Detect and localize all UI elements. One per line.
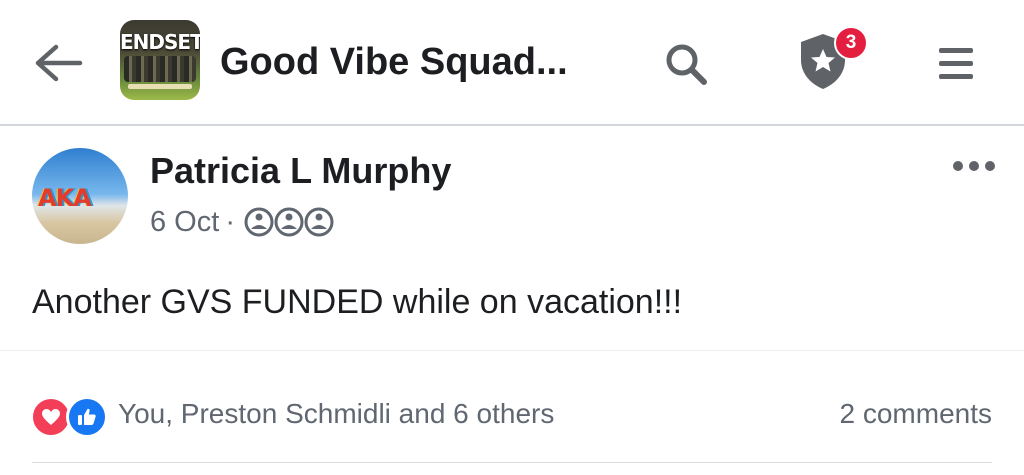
group-title[interactable]: Good Vibe Squad... — [220, 38, 568, 86]
group-thumb-photo — [124, 56, 196, 82]
group-cover-thumbnail[interactable]: ENDSET — [120, 20, 200, 100]
reaction-names: You, Preston Schmidli and 6 others — [118, 398, 555, 429]
back-button[interactable] — [28, 36, 88, 90]
group-thumb-logo-text: ENDSET — [120, 30, 200, 54]
top-navigation-bar: ENDSET Good Vibe Squad... 3 — [0, 0, 1024, 126]
notification-badge: 3 — [834, 26, 868, 60]
post-text: Another GVS FUNDED while on vacation!!! — [32, 283, 683, 321]
post-options-button[interactable] — [944, 146, 1004, 186]
search-button[interactable] — [656, 36, 716, 92]
reaction-icons — [30, 392, 114, 438]
group-members-icon[interactable] — [243, 205, 335, 239]
post-meta: 6 Oct · — [150, 202, 335, 242]
post-date[interactable]: 6 Oct — [150, 206, 219, 239]
post-card: AKA Patricia L Murphy 6 Oct · Another GV… — [0, 126, 1024, 475]
like-reaction-icon — [66, 396, 108, 438]
hamburger-menu-icon — [939, 48, 973, 79]
avatar-sign-letters: AKA — [38, 184, 92, 212]
meta-separator: · — [225, 205, 235, 238]
author-avatar[interactable]: AKA — [32, 148, 128, 244]
post-author-name[interactable]: Patricia L Murphy — [150, 148, 451, 194]
action-bar-divider — [32, 462, 992, 463]
menu-button[interactable] — [926, 36, 986, 92]
arrow-left-icon — [35, 44, 83, 82]
group-thumb-banner — [128, 84, 192, 89]
comments-count[interactable]: 2 comments — [840, 392, 993, 436]
search-icon — [666, 44, 707, 85]
more-dots-icon — [953, 161, 995, 171]
post-divider — [0, 350, 1024, 351]
reaction-summary[interactable]: You, Preston Schmidli and 6 others — [30, 392, 555, 438]
